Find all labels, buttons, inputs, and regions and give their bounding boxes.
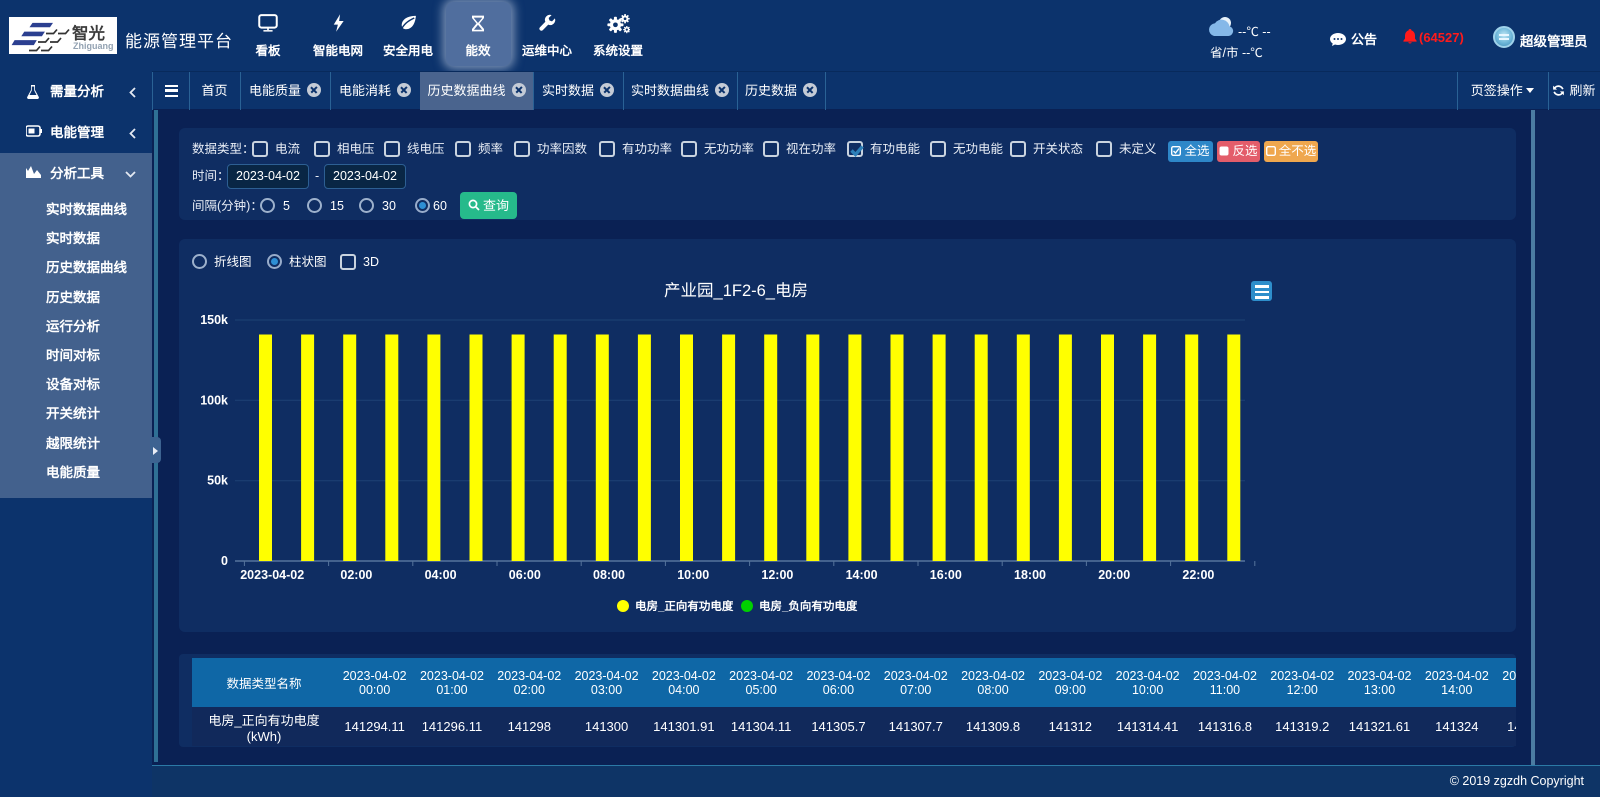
svg-text:20:00: 20:00 [1098, 568, 1130, 582]
svg-text:22:00: 22:00 [1182, 568, 1214, 582]
svg-text:50k: 50k [207, 474, 228, 488]
svg-text:12:00: 12:00 [761, 568, 793, 582]
svg-text:08:00: 08:00 [593, 568, 625, 582]
svg-text:14:00: 14:00 [846, 568, 878, 582]
svg-text:18:00: 18:00 [1014, 568, 1046, 582]
svg-text:产业园_1F2-6_电房: 产业园_1F2-6_电房 [664, 282, 808, 300]
svg-text:02:00: 02:00 [340, 568, 372, 582]
svg-text:100k: 100k [200, 393, 228, 407]
svg-text:06:00: 06:00 [509, 568, 541, 582]
svg-text:16:00: 16:00 [930, 568, 962, 582]
svg-text:10:00: 10:00 [677, 568, 709, 582]
svg-text:0: 0 [221, 554, 228, 568]
svg-text:2023-04-02: 2023-04-02 [240, 568, 304, 582]
svg-text:150k: 150k [200, 313, 228, 327]
svg-text:Zhiguang: Zhiguang [73, 41, 114, 51]
svg-text:电房_正向有功电度: 电房_正向有功电度 [635, 600, 734, 613]
svg-text:04:00: 04:00 [425, 568, 457, 582]
svg-text:电房_负向有功电度: 电房_负向有功电度 [759, 600, 858, 613]
